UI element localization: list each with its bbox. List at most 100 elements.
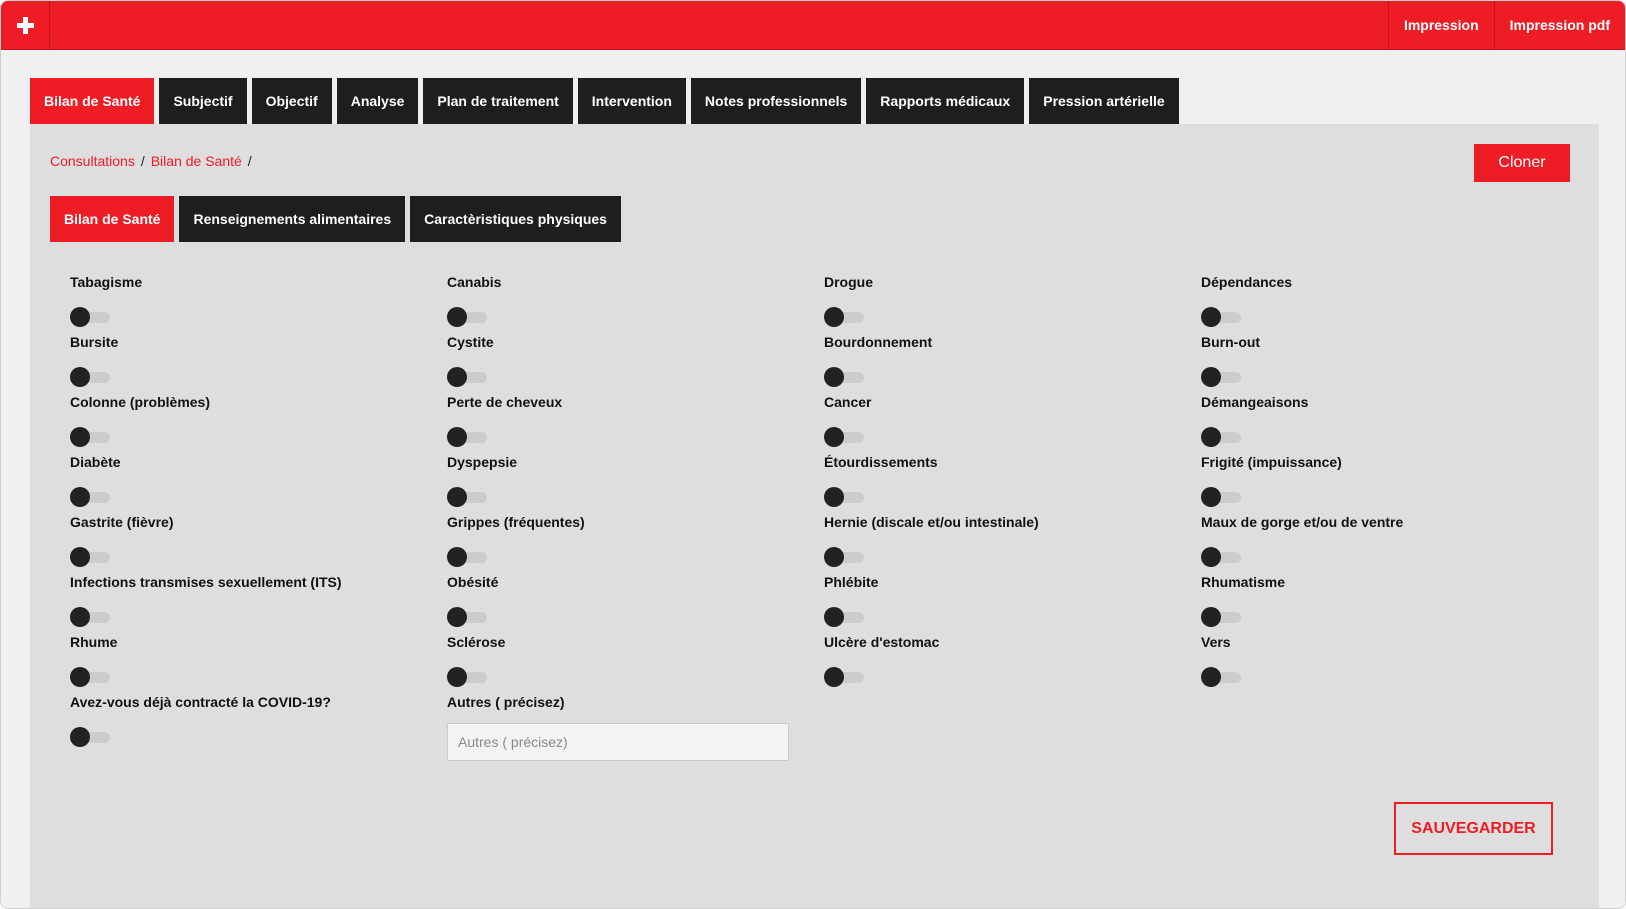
print-pdf-link[interactable]: Impression pdf [1493, 1, 1625, 49]
toggle-knob [447, 667, 467, 687]
health-field: Rhumatisme [1201, 574, 1561, 627]
toggle-knob [70, 427, 90, 447]
breadcrumb-separator: / [140, 153, 145, 169]
toggle-switch[interactable] [70, 487, 110, 507]
field-label: Bourdonnement [824, 334, 933, 350]
toggle-switch[interactable] [824, 367, 864, 387]
toggle-knob [1201, 367, 1221, 387]
health-field: Diabète [70, 454, 430, 507]
tab-bilan-de-sante[interactable]: Bilan de Santé [30, 78, 155, 124]
toggle-switch[interactable] [824, 667, 864, 687]
health-field: Perte de cheveux [447, 394, 807, 447]
toggle-knob [1201, 607, 1221, 627]
toggle-knob [1201, 667, 1221, 687]
toggle-switch[interactable] [70, 547, 110, 567]
toggle-switch[interactable] [70, 367, 110, 387]
toggle-switch[interactable] [447, 487, 487, 507]
field-label: Bursite [70, 334, 119, 350]
tab-intervention[interactable]: Intervention [577, 78, 686, 124]
toggle-switch[interactable] [447, 367, 487, 387]
toggle-switch[interactable] [70, 607, 110, 627]
toggle-knob [70, 547, 90, 567]
toggle-switch[interactable] [1201, 427, 1241, 447]
toggle-knob [447, 427, 467, 447]
toggle-knob [447, 547, 467, 567]
other-label: Autres ( précisez) [447, 694, 565, 710]
toggle-knob [70, 367, 90, 387]
toggle-switch[interactable] [447, 307, 487, 327]
toggle-switch[interactable] [70, 427, 110, 447]
toggle-switch[interactable] [447, 427, 487, 447]
clone-button[interactable]: Cloner [1474, 144, 1570, 182]
subtab-renseignements-alimentaires[interactable]: Renseignements alimentaires [179, 196, 406, 242]
toggle-switch[interactable] [824, 307, 864, 327]
field-label: Phlébite [824, 574, 879, 590]
breadcrumb-consultations[interactable]: Consultations [50, 153, 135, 169]
subtab-caracteristiques-physiques[interactable]: Caractèristiques physiques [410, 196, 621, 242]
tab-subjectif[interactable]: Subjectif [159, 78, 247, 124]
toggle-knob [70, 487, 90, 507]
toggle-switch[interactable] [824, 427, 864, 447]
health-field: Colonne (problèmes) [70, 394, 430, 447]
top-links: Impression Impression pdf [1387, 1, 1625, 49]
toggle-knob [824, 607, 844, 627]
tab-rapports-medicaux[interactable]: Rapports médicaux [866, 78, 1025, 124]
field-label: Infections transmises sexuellement (ITS) [70, 574, 342, 590]
toggle-knob [70, 727, 90, 747]
field-label: Cancer [824, 394, 872, 410]
health-field: Burn-out [1201, 334, 1561, 387]
breadcrumb-bilan-de-sante[interactable]: Bilan de Santé [151, 153, 242, 169]
toggle-switch[interactable] [1201, 367, 1241, 387]
health-field: Avez-vous déjà contracté la COVID-19? [70, 694, 430, 747]
tab-plan-de-traitement[interactable]: Plan de traitement [423, 78, 573, 124]
other-input[interactable] [447, 723, 789, 761]
other-field: Autres ( précisez) [447, 694, 807, 761]
breadcrumb: Consultations / Bilan de Santé / [50, 153, 252, 169]
toggle-switch[interactable] [824, 487, 864, 507]
toggle-switch[interactable] [70, 307, 110, 327]
logo[interactable] [1, 1, 50, 49]
subtab-bilan-de-sante[interactable]: Bilan de Santé [50, 196, 175, 242]
field-label: Diabète [70, 454, 121, 470]
health-field: Cancer [824, 394, 1184, 447]
field-label: Dyspepsie [447, 454, 518, 470]
toggle-switch[interactable] [70, 667, 110, 687]
toggle-switch[interactable] [1201, 667, 1241, 687]
health-field: Grippes (fréquentes) [447, 514, 807, 567]
toggle-switch[interactable] [824, 607, 864, 627]
toggle-switch[interactable] [1201, 547, 1241, 567]
field-label: Grippes (fréquentes) [447, 514, 585, 530]
swiss-cross-icon [16, 16, 34, 34]
tab-objectif[interactable]: Objectif [251, 78, 332, 124]
toggle-switch[interactable] [1201, 607, 1241, 627]
health-field: Hernie (discale et/ou intestinale) [824, 514, 1184, 567]
toggle-knob [70, 667, 90, 687]
toggle-knob [824, 307, 844, 327]
toggle-switch[interactable] [447, 667, 487, 687]
tab-analyse[interactable]: Analyse [336, 78, 419, 124]
field-label: Perte de cheveux [447, 394, 563, 410]
health-field: Canabis [447, 274, 807, 327]
health-field: Frigité (impuissance) [1201, 454, 1561, 507]
tab-pression-arterielle[interactable]: Pression artérielle [1029, 78, 1179, 124]
toggle-switch[interactable] [1201, 307, 1241, 327]
toggle-knob [1201, 487, 1221, 507]
print-link[interactable]: Impression [1387, 1, 1494, 49]
toggle-switch[interactable] [447, 547, 487, 567]
toggle-switch[interactable] [447, 607, 487, 627]
health-field: Tabagisme [70, 274, 430, 327]
field-label: Drogue [824, 274, 873, 290]
toggle-knob [447, 367, 467, 387]
health-field: Gastrite (fièvre) [70, 514, 430, 567]
field-label: Étourdissements [824, 454, 938, 470]
tab-notes-professionnels[interactable]: Notes professionnels [690, 78, 862, 124]
save-button[interactable]: SAUVEGARDER [1394, 802, 1553, 855]
health-field: Sclérose [447, 634, 807, 687]
top-bar: Impression Impression pdf [1, 1, 1625, 50]
field-label: Avez-vous déjà contracté la COVID-19? [70, 694, 331, 710]
toggle-switch[interactable] [70, 727, 110, 747]
health-field: Dyspepsie [447, 454, 807, 507]
toggle-switch[interactable] [1201, 487, 1241, 507]
field-label: Burn-out [1201, 334, 1261, 350]
toggle-switch[interactable] [824, 547, 864, 567]
